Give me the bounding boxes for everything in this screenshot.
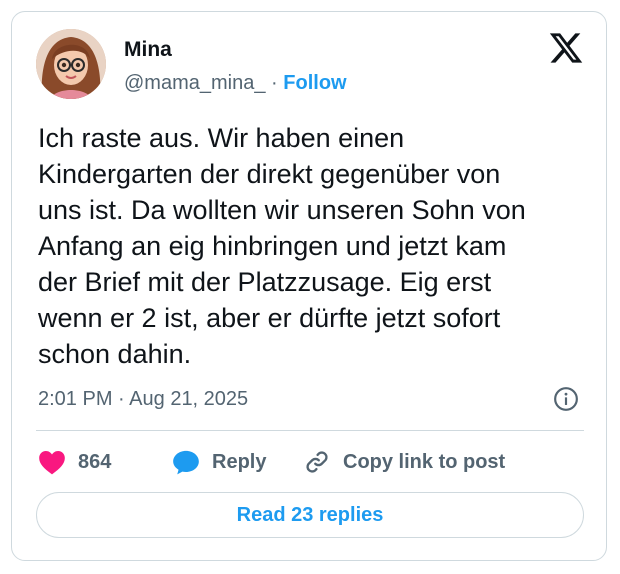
reply-button[interactable]: Reply [172, 444, 266, 480]
action-bar: 864 Reply Copy link to post [38, 444, 598, 480]
tweet-date: Aug 21, 2025 [129, 388, 249, 410]
copy-link-label: Copy link to post [343, 450, 506, 473]
tweet-time: 2:01 PM [38, 388, 113, 410]
tweet-text: Ich raste aus. Wir haben einen Kindergar… [38, 123, 526, 369]
x-logo-icon[interactable] [548, 30, 584, 66]
read-replies-button[interactable]: Read 23 replies [36, 492, 584, 538]
info-icon[interactable] [553, 386, 579, 412]
copy-link-button[interactable]: Copy link to post [303, 444, 505, 480]
link-icon [306, 451, 328, 473]
handle-separator: · [271, 72, 278, 94]
heart-icon [39, 451, 65, 475]
speech-bubble-icon [173, 450, 199, 475]
divider [36, 430, 584, 431]
like-count: 864 [78, 450, 112, 473]
tweet-card: Mina @mama_mina_ · Follow Ich raste aus.… [11, 11, 607, 561]
author-handle[interactable]: @mama_mina_ [124, 72, 265, 94]
follow-button[interactable]: Follow [283, 72, 346, 94]
avatar-image [36, 29, 106, 99]
avatar[interactable] [36, 29, 106, 99]
reply-label: Reply [212, 450, 267, 473]
meta-separator: · [118, 388, 125, 410]
tweet-timestamp[interactable]: 2:01 PM · Aug 21, 2025 [38, 388, 248, 411]
author-name[interactable]: Mina [124, 38, 172, 62]
author-handle-row: @mama_mina_ · Follow [124, 72, 347, 95]
like-button[interactable]: 864 [38, 444, 111, 480]
